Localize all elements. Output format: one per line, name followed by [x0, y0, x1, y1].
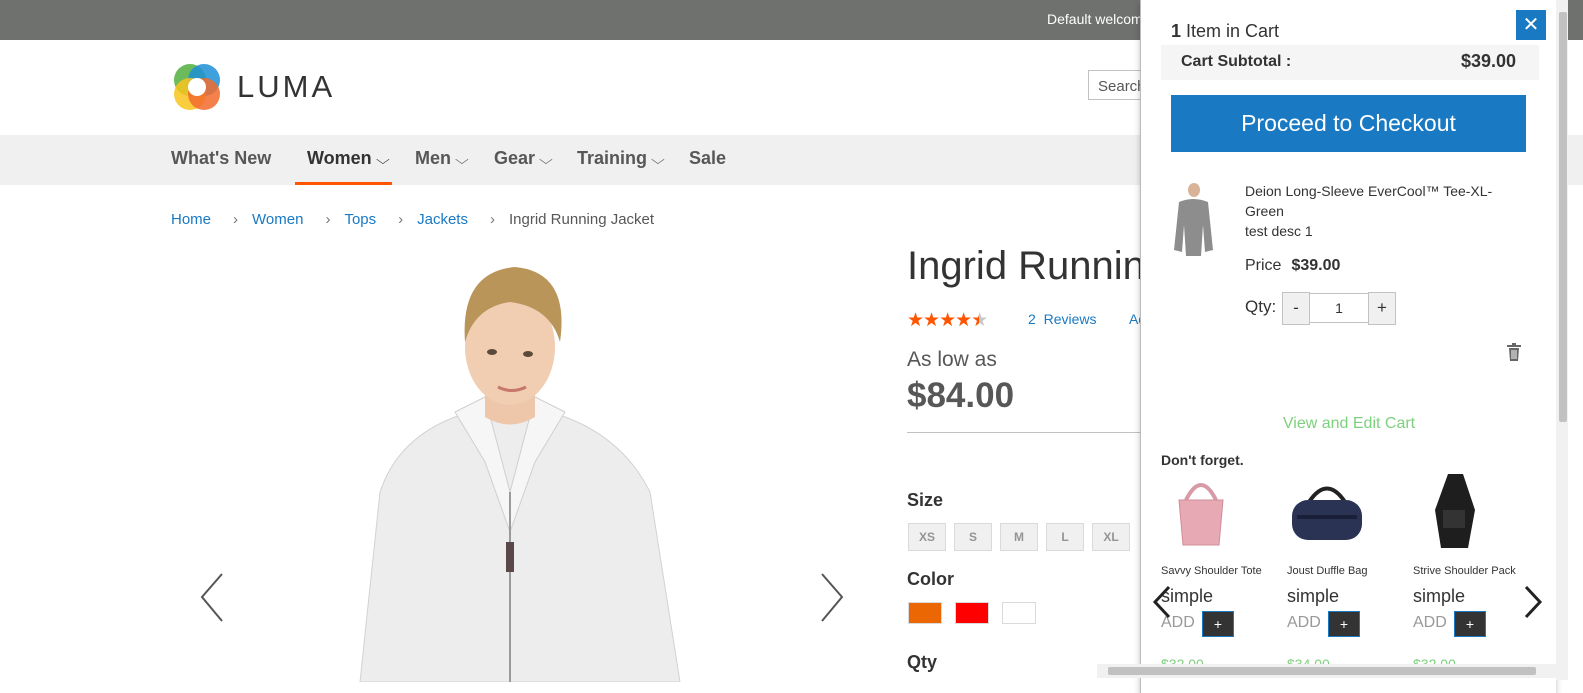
- size-swatch-l[interactable]: L: [1046, 523, 1084, 551]
- cart-item-info: Deion Long-Sleeve EverCool™ Tee-XL-Green…: [1245, 181, 1505, 241]
- breadcrumb: Home › Women › Tops › Jackets › Ingrid Running J…: [171, 211, 654, 228]
- size-label: Size: [907, 490, 944, 510]
- chevron-down-icon: ⌵: [651, 152, 665, 167]
- nav-item-men[interactable]: Men ⌵: [415, 135, 469, 185]
- color-label: Color: [907, 569, 954, 589]
- recommended-product-type: simple: [1287, 586, 1340, 606]
- chevron-right-icon: ›: [233, 211, 239, 228]
- star-icon: ★: [955, 310, 972, 331]
- view-edit-cart-link[interactable]: View and Edit Cart: [1141, 415, 1556, 433]
- nav-label: Gear: [494, 148, 536, 168]
- proceed-to-checkout-button[interactable]: Proceed to Checkout: [1171, 95, 1526, 152]
- nav-label: Sale: [689, 148, 727, 168]
- reviews-label: Reviews: [1043, 311, 1097, 327]
- breadcrumb-home[interactable]: Home: [171, 211, 211, 228]
- gallery-prev-arrow-icon[interactable]: [198, 570, 228, 625]
- divider: [907, 432, 1147, 433]
- color-swatch-orange[interactable]: [908, 602, 942, 624]
- add-to-cart-button[interactable]: +: [1454, 611, 1486, 637]
- nav-label: Training: [577, 148, 648, 168]
- minicart-dropdown: 1 Item in Cart Cart Subtotal : $39.00 Pr…: [1140, 0, 1556, 693]
- cart-item-thumbnail[interactable]: [1171, 180, 1216, 258]
- price-value: $39.00: [1291, 257, 1341, 274]
- recommended-product: Strive Shoulder Pack simple ADD + $32.00: [1413, 470, 1539, 672]
- qty-input[interactable]: 1: [1309, 293, 1369, 323]
- cart-qty-label: Qty:: [1245, 297, 1277, 316]
- trash-icon[interactable]: [1506, 343, 1522, 361]
- star-icon: ★: [923, 310, 940, 331]
- vertical-scrollbar-thumb[interactable]: [1559, 12, 1567, 422]
- size-swatch-s[interactable]: S: [954, 523, 992, 551]
- carousel-prev-arrow-icon[interactable]: [1152, 585, 1172, 619]
- size-swatch-m[interactable]: M: [1000, 523, 1038, 551]
- price-label: Price: [1245, 257, 1282, 274]
- nav-item-gear[interactable]: Gear ⌵: [494, 135, 553, 185]
- nav-item-whats-new[interactable]: What's New: [171, 135, 271, 185]
- size-swatches: XS S M L XL: [908, 523, 1138, 551]
- nav-item-sale[interactable]: Sale: [689, 135, 726, 185]
- recommended-product: Savvy Shoulder Tote simple ADD + $32.00: [1161, 470, 1287, 672]
- product-price: $84.00: [907, 376, 1015, 415]
- rating-stars: ★★★★★: [907, 309, 988, 332]
- breadcrumb-tops[interactable]: Tops: [344, 211, 376, 228]
- close-icon[interactable]: ✕: [1516, 10, 1546, 40]
- recommended-product: Joust Duffle Bag simple ADD + $34.00: [1287, 470, 1413, 672]
- reviews-count: 2: [1028, 311, 1036, 327]
- color-swatch-white[interactable]: [1002, 602, 1036, 624]
- add-label: ADD: [1287, 614, 1321, 631]
- dont-forget-heading: Don't forget.: [1161, 452, 1244, 468]
- subtotal-value: $39.00: [1460, 51, 1516, 71]
- chevron-right-icon: ›: [489, 211, 495, 228]
- chevron-down-icon: ⌵: [539, 152, 553, 167]
- cart-subtotal: Cart Subtotal : $39.00: [1161, 45, 1539, 80]
- horizontal-scrollbar-thumb[interactable]: [1108, 667, 1536, 675]
- chevron-right-icon: ›: [325, 211, 331, 228]
- breadcrumb-jackets[interactable]: Jackets: [417, 211, 468, 228]
- add-label: ADD: [1413, 614, 1447, 631]
- breadcrumb-women[interactable]: Women: [252, 211, 303, 228]
- recommended-product-name[interactable]: Strive Shoulder Pack: [1413, 565, 1556, 577]
- reviews-link[interactable]: 2 Reviews: [1028, 311, 1096, 327]
- cart-item-name[interactable]: Deion Long-Sleeve EverCool™ Tee-XL-Green: [1245, 181, 1505, 221]
- nav-label: What's New: [171, 148, 272, 168]
- nav-label: Women: [307, 148, 372, 168]
- size-swatch-xl[interactable]: XL: [1092, 523, 1130, 551]
- qty-increase-button[interactable]: +: [1368, 292, 1396, 325]
- shoulder-pack-image[interactable]: [1413, 470, 1493, 550]
- qty-label: Qty: [907, 652, 938, 672]
- logo-text: LUMA: [237, 69, 336, 104]
- star-icon: ★: [907, 310, 924, 331]
- tote-bag-image[interactable]: [1161, 470, 1241, 550]
- product-image: [359, 267, 681, 682]
- subtotal-label: Cart Subtotal :: [1181, 53, 1292, 70]
- star-icon: ★: [939, 310, 956, 331]
- nav-item-training[interactable]: Training ⌵: [577, 135, 665, 185]
- add-to-cart-button[interactable]: +: [1328, 611, 1360, 637]
- luma-logo[interactable]: LUMA: [171, 61, 335, 113]
- carousel-next-arrow-icon[interactable]: [1523, 585, 1543, 619]
- cart-count-number: 1: [1171, 21, 1182, 41]
- gallery-next-arrow-icon[interactable]: [816, 570, 846, 625]
- cart-item-desc: test desc 1: [1245, 223, 1313, 239]
- chevron-right-icon: ›: [398, 211, 404, 228]
- color-swatches: [908, 602, 1049, 624]
- chevron-down-icon: ⌵: [375, 152, 390, 167]
- qty-decrease-button[interactable]: -: [1282, 292, 1310, 325]
- chevron-down-icon: ⌵: [455, 152, 469, 167]
- cart-item-price: Price $39.00: [1245, 257, 1340, 275]
- as-low-as-label: As low as: [907, 348, 997, 371]
- star-half-icon: ★: [971, 310, 988, 331]
- size-swatch-xs[interactable]: XS: [908, 523, 946, 551]
- cart-count-label: Item in Cart: [1186, 21, 1280, 41]
- add-to-cart-button[interactable]: +: [1202, 611, 1234, 637]
- nav-item-women[interactable]: Women ⌵: [295, 135, 392, 185]
- color-swatch-red[interactable]: [955, 602, 989, 624]
- recommended-product-type: simple: [1413, 586, 1466, 606]
- breadcrumb-current: Ingrid Running Jacket: [508, 211, 655, 228]
- cart-item-count: 1 Item in Cart: [1171, 21, 1279, 42]
- luma-logo-icon: [174, 64, 220, 110]
- nav-label: Men: [415, 148, 451, 168]
- duffle-bag-image[interactable]: [1287, 470, 1367, 550]
